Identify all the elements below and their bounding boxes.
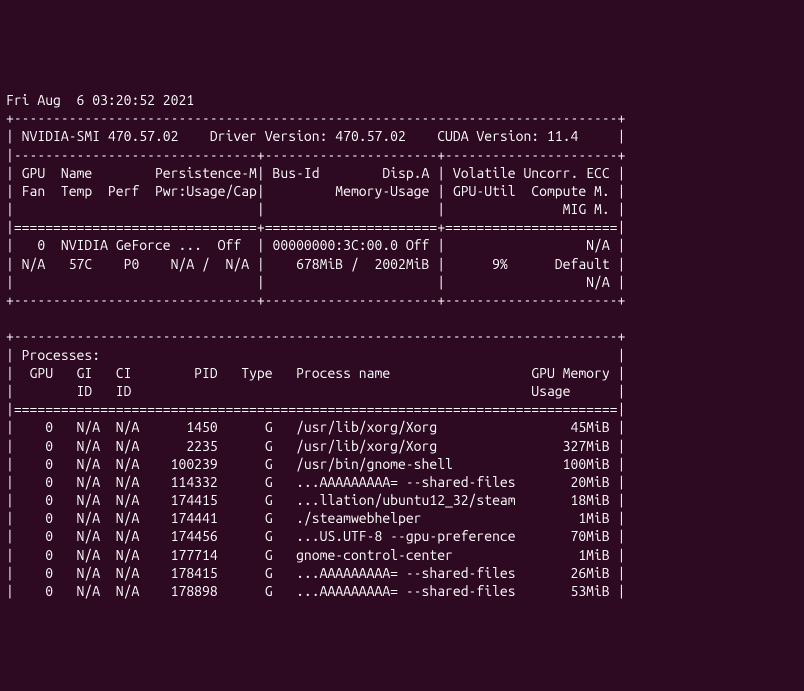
divider-line: |===============================+=======… <box>6 219 625 235</box>
process-row-line: | 0 N/A N/A 178415 G ...AAAAAAAAA= --sha… <box>6 565 625 581</box>
process-row-line: | 0 N/A N/A 174456 G ...US.UTF-8 --gpu-p… <box>6 528 625 544</box>
process-row-line: | 0 N/A N/A 174441 G ./steamwebhelper 1M… <box>6 510 625 526</box>
process-row-line: | 0 N/A N/A 114332 G ...AAAAAAAAA= --sha… <box>6 474 625 490</box>
gpu-row-line: | | | N/A | <box>6 274 625 290</box>
divider-line: |-------------------------------+-------… <box>6 147 625 163</box>
timestamp-line: Fri Aug 6 03:20:52 2021 <box>6 92 194 108</box>
terminal-output: Fri Aug 6 03:20:52 2021 +---------------… <box>0 73 804 600</box>
gpu-row-line: | N/A 57C P0 N/A / N/A | 678MiB / 2002Mi… <box>6 256 625 272</box>
processes-title-line: | Processes: | <box>6 347 625 363</box>
gpu-row-line: | 0 NVIDIA GeForce ... Off | 00000000:3C… <box>6 237 625 253</box>
divider-line: +---------------------------------------… <box>6 328 625 344</box>
process-row-line: | 0 N/A N/A 174415 G ...llation/ubuntu12… <box>6 492 625 508</box>
gpu-header-line: | | | MIG M. | <box>6 201 625 217</box>
process-row-line: | 0 N/A N/A 2235 G /usr/lib/xorg/Xorg 32… <box>6 438 625 454</box>
processes-header-line: | ID ID Usage | <box>6 383 625 399</box>
divider-line: |=======================================… <box>6 401 625 417</box>
divider-line: +-------------------------------+-------… <box>6 292 625 308</box>
nvidia-smi-version-line: | NVIDIA-SMI 470.57.02 Driver Version: 4… <box>6 128 625 144</box>
processes-header-line: | GPU GI CI PID Type Process name GPU Me… <box>6 365 625 381</box>
divider-line: +---------------------------------------… <box>6 110 625 126</box>
process-row-line: | 0 N/A N/A 100239 G /usr/bin/gnome-shel… <box>6 456 625 472</box>
gpu-header-line: | Fan Temp Perf Pwr:Usage/Cap| Memory-Us… <box>6 183 625 199</box>
gpu-header-line: | GPU Name Persistence-M| Bus-Id Disp.A … <box>6 165 625 181</box>
process-row-line: | 0 N/A N/A 177714 G gnome-control-cente… <box>6 547 625 563</box>
blank-line <box>6 310 625 326</box>
process-row-line: | 0 N/A N/A 178898 G ...AAAAAAAAA= --sha… <box>6 583 625 599</box>
process-row-line: | 0 N/A N/A 1450 G /usr/lib/xorg/Xorg 45… <box>6 419 625 435</box>
